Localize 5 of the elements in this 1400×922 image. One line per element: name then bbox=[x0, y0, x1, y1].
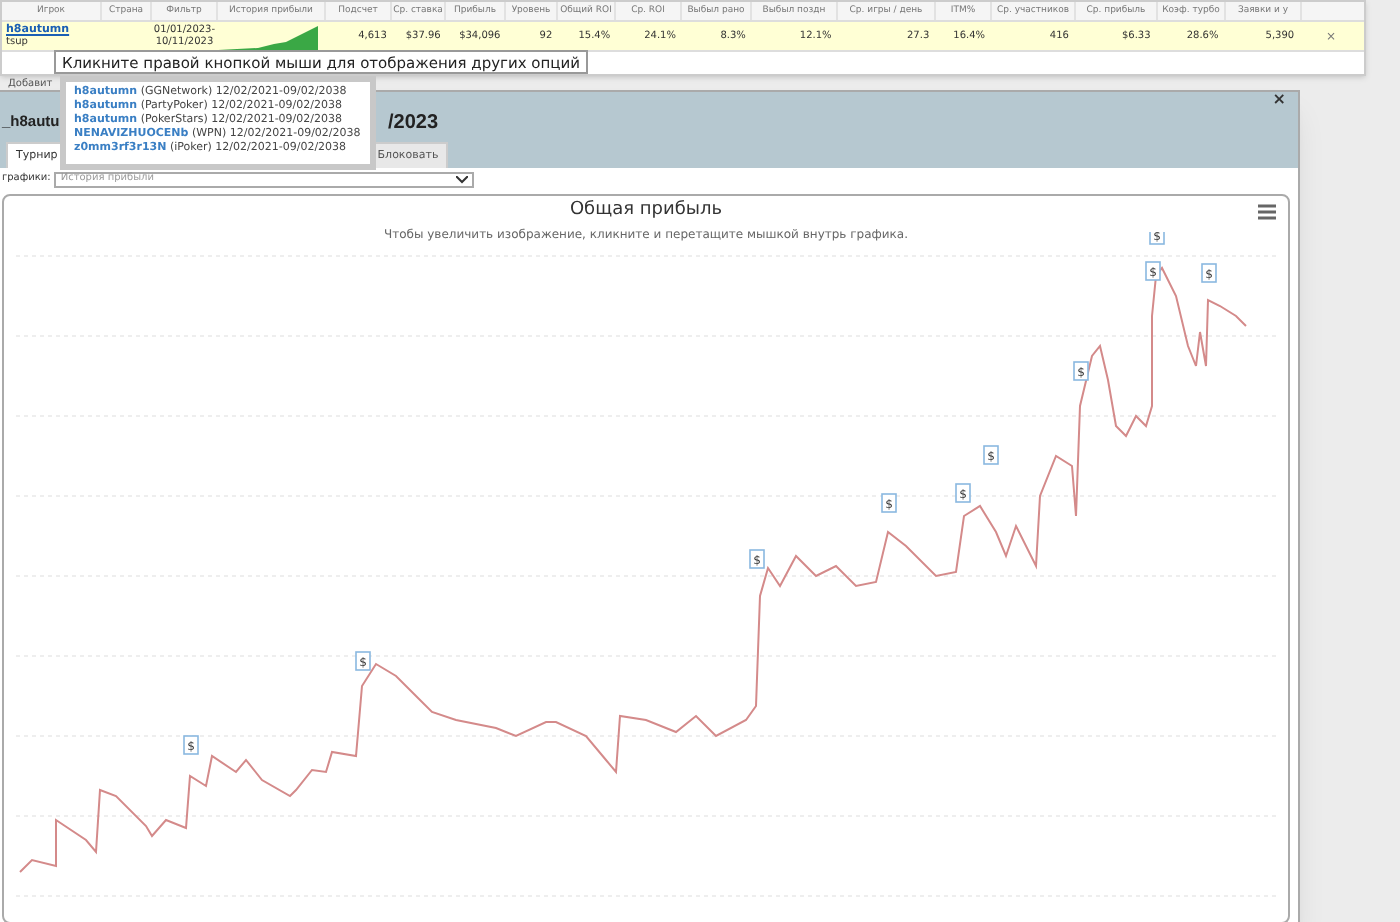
chevron-icon bbox=[456, 176, 469, 184]
close-button[interactable]: × bbox=[1272, 92, 1286, 108]
chart-title: Общая прибыль bbox=[569, 198, 723, 224]
menu-icon[interactable] bbox=[1258, 204, 1276, 220]
dialog-title: /2023 bbox=[388, 110, 439, 138]
